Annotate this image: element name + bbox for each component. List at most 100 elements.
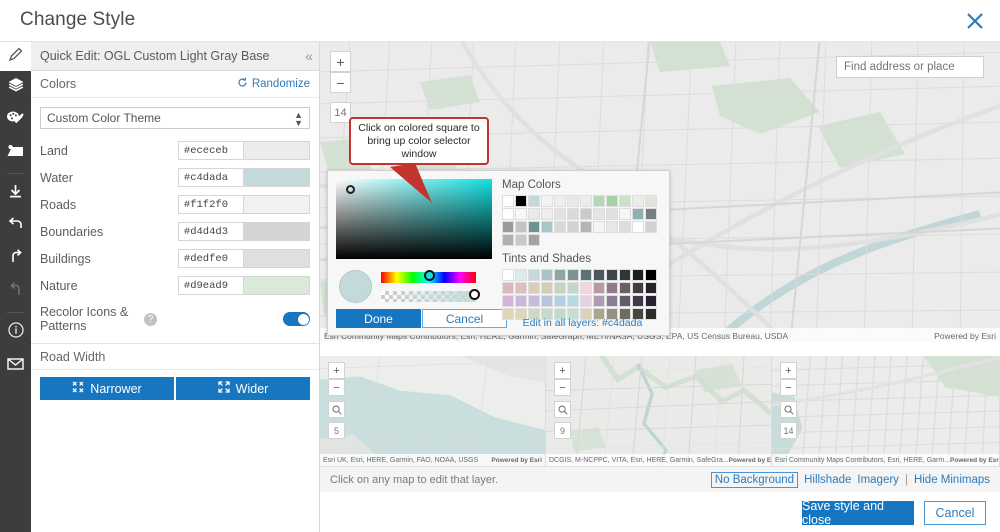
color-swatch-option[interactable] — [567, 195, 579, 207]
color-swatch-option[interactable] — [632, 195, 644, 207]
picker-cancel-button[interactable]: Cancel — [422, 309, 507, 328]
color-swatch-option[interactable] — [541, 295, 553, 307]
rail-item-redo[interactable] — [0, 243, 31, 276]
rail-item-pencil[interactable] — [0, 42, 31, 71]
color-swatch-option[interactable] — [567, 295, 579, 307]
color-swatch-option[interactable] — [541, 269, 553, 281]
hillshade-link[interactable]: Hillshade — [804, 474, 851, 486]
color-swatch-option[interactable] — [645, 295, 657, 307]
color-swatch-option[interactable] — [632, 221, 644, 233]
minimap-zoom-out[interactable]: − — [554, 379, 571, 396]
color-swatch-option[interactable] — [645, 208, 657, 220]
search-input[interactable] — [837, 60, 1000, 74]
color-swatch-option[interactable] — [619, 295, 631, 307]
rail-item-mail[interactable] — [0, 349, 31, 382]
color-hex-input[interactable]: #ececeb — [177, 141, 244, 160]
color-swatch[interactable] — [243, 249, 310, 268]
map-zoom-in[interactable]: + — [330, 51, 351, 72]
color-hex-input[interactable]: #dedfe0 — [177, 249, 244, 268]
imagery-link[interactable]: Imagery — [857, 474, 899, 486]
color-swatch-option[interactable] — [593, 282, 605, 294]
rail-item-images[interactable] — [0, 137, 31, 170]
color-hex-input[interactable]: #f1f2f0 — [177, 195, 244, 214]
map-search[interactable] — [836, 56, 1000, 78]
color-swatch-option[interactable] — [554, 295, 566, 307]
edit-all-layers-link[interactable]: Edit in all layers: #c4dada — [500, 317, 665, 329]
recolor-toggle[interactable] — [283, 312, 310, 326]
color-swatch-option[interactable] — [580, 295, 592, 307]
color-swatch-option[interactable] — [515, 208, 527, 220]
color-hex-input[interactable]: #d4d4d3 — [177, 222, 244, 241]
color-swatch-option[interactable] — [528, 195, 540, 207]
color-swatch-option[interactable] — [580, 221, 592, 233]
color-swatch-option[interactable] — [632, 208, 644, 220]
color-swatch-option[interactable] — [515, 282, 527, 294]
color-swatch-option[interactable] — [541, 195, 553, 207]
wider-button[interactable]: Wider — [176, 377, 310, 400]
color-swatch[interactable] — [243, 168, 310, 187]
color-swatch-option[interactable] — [593, 208, 605, 220]
rail-item-undo[interactable] — [0, 210, 31, 243]
color-swatch-option[interactable] — [645, 269, 657, 281]
saturation-value-box[interactable] — [336, 179, 492, 259]
color-swatch-option[interactable] — [528, 234, 540, 246]
save-style-button[interactable]: Save style and close — [802, 499, 914, 527]
color-swatch-option[interactable] — [541, 208, 553, 220]
minimap-zoom-in[interactable]: + — [554, 362, 571, 379]
color-swatch-option[interactable] — [606, 282, 618, 294]
color-swatch-option[interactable] — [554, 221, 566, 233]
color-swatch-option[interactable] — [502, 234, 514, 246]
color-swatch-option[interactable] — [580, 282, 592, 294]
rail-item-download[interactable] — [0, 177, 31, 210]
color-swatch[interactable] — [243, 222, 310, 241]
color-swatch-option[interactable] — [554, 282, 566, 294]
narrower-button[interactable]: Narrower — [40, 377, 174, 400]
alpha-slider[interactable] — [381, 289, 480, 302]
minimap-zoom-out[interactable]: − — [780, 379, 797, 396]
minimap-search-icon[interactable] — [780, 401, 797, 418]
color-swatch-option[interactable] — [502, 295, 514, 307]
hue-handle[interactable] — [424, 270, 435, 281]
minimap-zoom-in[interactable]: + — [780, 362, 797, 379]
color-swatch-option[interactable] — [606, 221, 618, 233]
color-swatch-option[interactable] — [502, 269, 514, 281]
color-swatch-option[interactable] — [632, 282, 644, 294]
color-swatch-option[interactable] — [528, 221, 540, 233]
color-hex-input[interactable]: #d9ead9 — [177, 276, 244, 295]
color-swatch-option[interactable] — [528, 282, 540, 294]
color-swatch-option[interactable] — [593, 195, 605, 207]
color-swatch[interactable] — [243, 276, 310, 295]
color-swatch-option[interactable] — [645, 221, 657, 233]
rail-item-palette[interactable] — [0, 104, 31, 137]
minimap-1[interactable]: + − 5 Esri UK, Esri, HERE, Garmin, FAO, NOA… — [320, 356, 546, 466]
color-swatch-option[interactable] — [619, 282, 631, 294]
color-swatch-option[interactable] — [502, 282, 514, 294]
close-icon[interactable] — [964, 10, 986, 32]
help-icon[interactable]: ? — [144, 312, 157, 326]
minimap-zoom-in[interactable]: + — [328, 362, 345, 379]
color-swatch-option[interactable] — [567, 208, 579, 220]
cancel-button[interactable]: Cancel — [924, 501, 986, 525]
color-swatch-option[interactable] — [515, 269, 527, 281]
picker-done-button[interactable]: Done — [336, 309, 421, 328]
color-swatch-option[interactable] — [619, 269, 631, 281]
color-swatch-option[interactable] — [567, 269, 579, 281]
no-background-button[interactable]: No Background — [710, 471, 799, 488]
color-swatch-option[interactable] — [619, 208, 631, 220]
sv-handle[interactable] — [346, 185, 355, 194]
color-swatch-option[interactable] — [554, 195, 566, 207]
color-swatch-option[interactable] — [567, 221, 579, 233]
color-swatch-option[interactable] — [606, 295, 618, 307]
color-swatch-option[interactable] — [515, 221, 527, 233]
alpha-handle[interactable] — [469, 289, 480, 300]
minimap-3[interactable]: + − 14 Esri Community Maps Contributors, Es… — [772, 356, 1000, 466]
color-swatch-option[interactable] — [515, 195, 527, 207]
color-swatch-option[interactable] — [554, 208, 566, 220]
color-swatch-option[interactable] — [619, 221, 631, 233]
minimap-zoom-out[interactable]: − — [328, 379, 345, 396]
minimap-search-icon[interactable] — [554, 401, 571, 418]
color-swatch-option[interactable] — [502, 195, 514, 207]
color-swatch[interactable] — [243, 141, 310, 160]
rail-item-info[interactable] — [0, 316, 31, 349]
color-swatch-option[interactable] — [515, 295, 527, 307]
